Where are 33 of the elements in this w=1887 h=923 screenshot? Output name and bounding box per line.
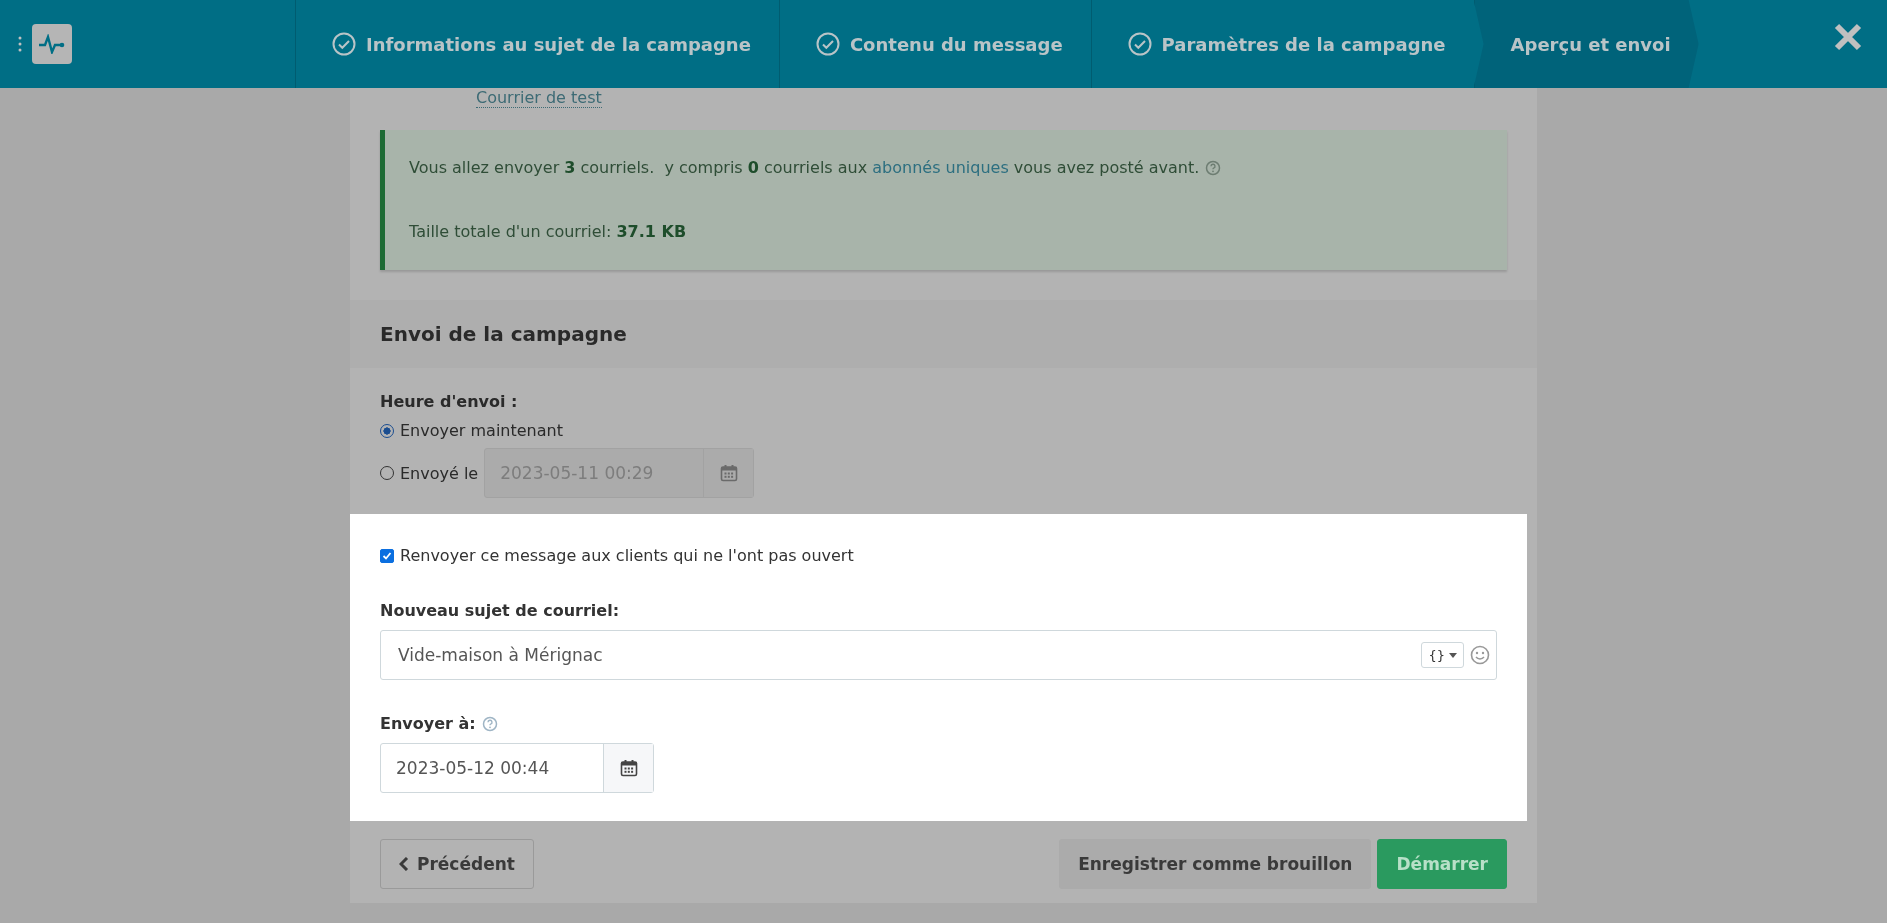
chevron-left-icon <box>399 857 409 871</box>
email-size-text: Taille totale d'un courriel: 37.1 KB <box>409 221 688 243</box>
summary-text: Vous allez envoyer 3 courriels. y compris 0 courriels aux abonnés uniques vous avez posté avant. <box>409 156 1483 180</box>
resend-checkbox[interactable] <box>380 548 394 563</box>
pulse-logo-icon[interactable] <box>32 24 72 64</box>
wizard-step-tab[interactable]: Aperçu et envoi <box>1473 0 1699 88</box>
send-at-date-field[interactable]: 2023-05-12 00:44 <box>380 743 654 793</box>
check-circle-icon <box>332 32 356 56</box>
radio-label: Envoyé le <box>400 463 479 483</box>
resend-label: Renvoyer ce message aux clients qui ne l'ont pas ouvert <box>400 546 854 565</box>
previous-button[interactable]: Précédent <box>380 839 534 889</box>
send-at-label: Envoyer à: <box>380 714 1497 733</box>
calendar-icon <box>619 759 638 777</box>
emoji-icon[interactable] <box>1470 645 1490 665</box>
radio-label: Envoyer maintenant <box>400 421 563 440</box>
dots-menu-icon[interactable] <box>18 36 22 52</box>
help-icon <box>481 715 498 732</box>
test-email-link[interactable]: Courrier de test <box>476 88 602 108</box>
subject-input-field[interactable]: Vide-maison à Mérignac {} <box>380 630 1497 680</box>
unique-subscribers-link[interactable]: abonnés uniques <box>872 156 1009 180</box>
check-circle-icon <box>815 32 840 56</box>
check-circle-icon <box>1127 32 1152 56</box>
send-time-label: Heure d'envoi : <box>380 392 519 411</box>
close-button[interactable] <box>1833 22 1863 52</box>
calendar-icon <box>719 464 738 482</box>
subject-label: Nouveau sujet de courriel: <box>380 601 621 620</box>
radio-button[interactable] <box>380 423 394 438</box>
caret-icon <box>1449 652 1457 658</box>
section-title: Envoi de la campagne <box>350 300 1537 368</box>
start-button[interactable]: Démarrer <box>1377 839 1507 889</box>
personalization-dropdown[interactable]: {} <box>1421 642 1464 668</box>
help-icon <box>1205 160 1222 176</box>
save-draft-button[interactable]: Enregistrer comme brouillon <box>1059 839 1372 889</box>
